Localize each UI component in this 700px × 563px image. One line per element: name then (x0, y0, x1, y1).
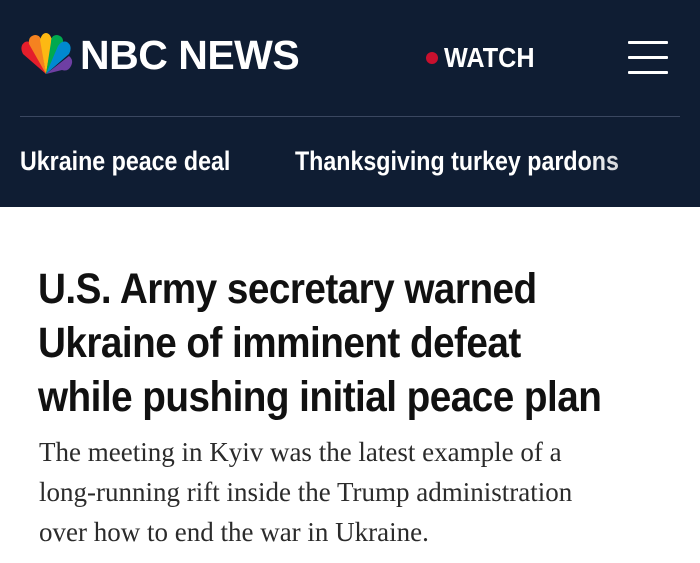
live-dot-icon (426, 52, 438, 64)
hamburger-menu-icon[interactable] (628, 41, 668, 75)
watch-label: WATCH (444, 42, 535, 73)
nbc-news-logo[interactable]: NBC NEWS (18, 31, 300, 78)
menu-bar-top (628, 41, 668, 44)
watch-button[interactable]: WATCH (426, 44, 545, 72)
site-header: NBC NEWS WATCH Ukraine peace deal Thanks… (0, 0, 700, 207)
brand-name: NBC NEWS (80, 31, 300, 78)
trending-nav: Ukraine peace deal Thanksgiving turkey p… (0, 117, 700, 207)
article-dek: The meeting in Kyiv was the latest examp… (39, 437, 573, 547)
top-bar: NBC NEWS WATCH (0, 0, 700, 116)
trending-link-ukraine-peace-deal[interactable]: Ukraine peace deal (20, 148, 230, 175)
menu-bar-bottom (628, 71, 668, 74)
trending-link-thanksgiving-turkey-pardons[interactable]: Thanksgiving turkey pardons (295, 148, 619, 175)
article-headline[interactable]: U.S. Army secretary warned Ukraine of im… (38, 262, 614, 424)
page: NBC NEWS WATCH Ukraine peace deal Thanks… (0, 0, 700, 563)
menu-bar-middle (628, 56, 668, 59)
nbc-peacock-icon (21, 33, 73, 74)
